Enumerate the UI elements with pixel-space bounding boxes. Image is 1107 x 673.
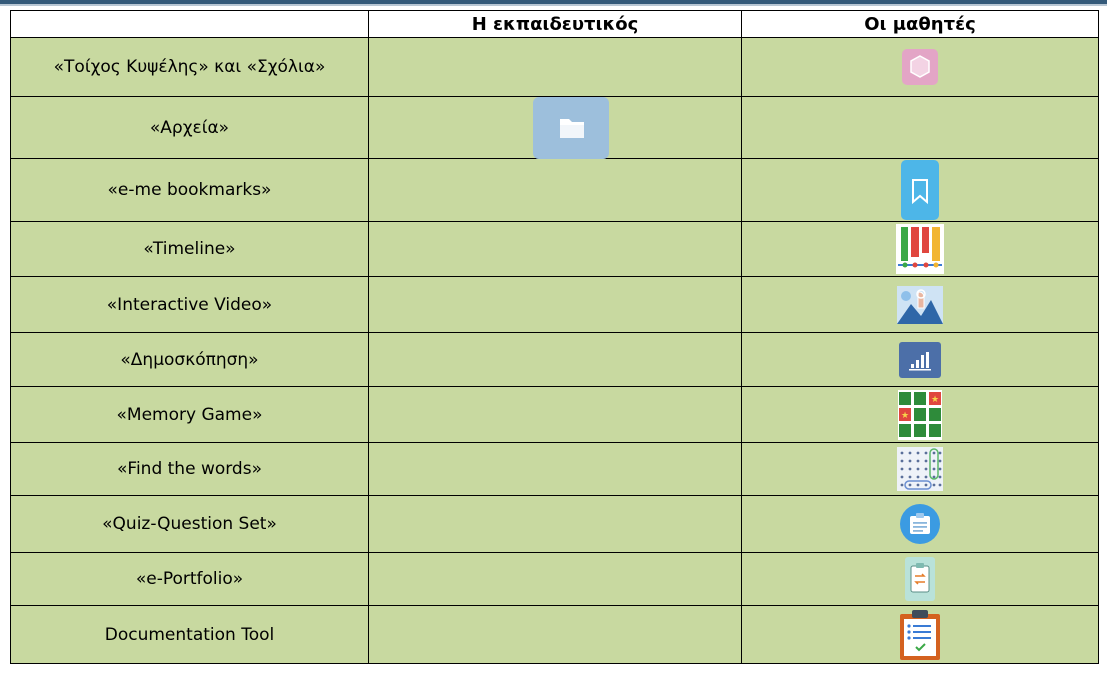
teacher-cell <box>368 332 742 387</box>
tool-label: «Αρχεία» <box>10 96 369 159</box>
hexagon-icon <box>902 49 938 85</box>
students-cell <box>741 158 1099 222</box>
table-row: «e-Portfolio» <box>10 552 1099 606</box>
table-row: «Memory Game» ★ ★ <box>10 386 1099 443</box>
students-cell <box>741 96 1099 159</box>
tool-label: «e-me bookmarks» <box>10 158 369 222</box>
tool-label: «e-Portfolio» <box>10 552 369 606</box>
timeline-icon <box>896 224 944 274</box>
table-row: «Timeline» <box>10 221 1099 277</box>
tool-label: «Memory Game» <box>10 386 369 443</box>
table-row: «Quiz-Question Set» <box>10 495 1099 553</box>
teacher-cell <box>368 495 742 553</box>
svg-text:★: ★ <box>931 395 939 405</box>
tool-label: Documentation Tool <box>10 605 369 664</box>
tool-label: «Find the words» <box>10 442 369 496</box>
interactive-video-icon <box>897 285 943 324</box>
teacher-cell <box>368 605 742 664</box>
memory-game-icon: ★ ★ <box>898 389 942 440</box>
tool-label: «Timeline» <box>10 221 369 277</box>
students-cell: ★ ★ <box>741 386 1099 443</box>
teacher-cell <box>368 221 742 277</box>
top-border-shadow <box>0 4 1107 6</box>
poll-chart-icon <box>899 341 941 378</box>
students-cell <box>741 605 1099 664</box>
table-header-row: Η εκπαιδευτικός Οι μαθητές <box>10 10 1099 38</box>
students-cell <box>741 552 1099 606</box>
students-cell <box>741 495 1099 553</box>
quiz-icon <box>899 503 941 545</box>
header-empty-cell <box>10 10 369 38</box>
teacher-cell <box>368 37 742 97</box>
word-search-icon <box>897 447 943 491</box>
table-row: «e-me bookmarks» <box>10 158 1099 222</box>
teacher-cell <box>368 386 742 443</box>
table-row: «Αρχεία» <box>10 96 1099 159</box>
students-cell <box>741 221 1099 277</box>
teacher-cell <box>368 96 742 159</box>
portfolio-icon <box>905 557 935 601</box>
table-row: «Interactive Video» <box>10 276 1099 333</box>
table-row: Documentation Tool <box>10 605 1099 664</box>
folder-icon <box>533 97 609 159</box>
bookmark-icon <box>901 160 939 220</box>
students-cell <box>741 332 1099 387</box>
tool-label: «Τοίχος Κυψέλης» και «Σχόλια» <box>10 37 369 97</box>
header-teacher: Η εκπαιδευτικός <box>368 10 742 38</box>
clipboard-list-icon <box>898 608 942 662</box>
teacher-cell <box>368 158 742 222</box>
svg-text:★: ★ <box>901 411 909 421</box>
table-row: «Δημοσκόπηση» <box>10 332 1099 387</box>
table-row: «Find the words» <box>10 442 1099 496</box>
tool-label: «Δημοσκόπηση» <box>10 332 369 387</box>
students-cell <box>741 276 1099 333</box>
header-students: Οι μαθητές <box>741 10 1099 38</box>
teacher-cell <box>368 276 742 333</box>
tools-table: Η εκπαιδευτικός Οι μαθητές «Τοίχος Κυψέλ… <box>10 10 1099 664</box>
table-row: «Τοίχος Κυψέλης» και «Σχόλια» <box>10 37 1099 97</box>
tool-label: «Quiz-Question Set» <box>10 495 369 553</box>
students-cell <box>741 37 1099 97</box>
teacher-cell <box>368 552 742 606</box>
tool-label: «Interactive Video» <box>10 276 369 333</box>
teacher-cell <box>368 442 742 496</box>
students-cell <box>741 442 1099 496</box>
